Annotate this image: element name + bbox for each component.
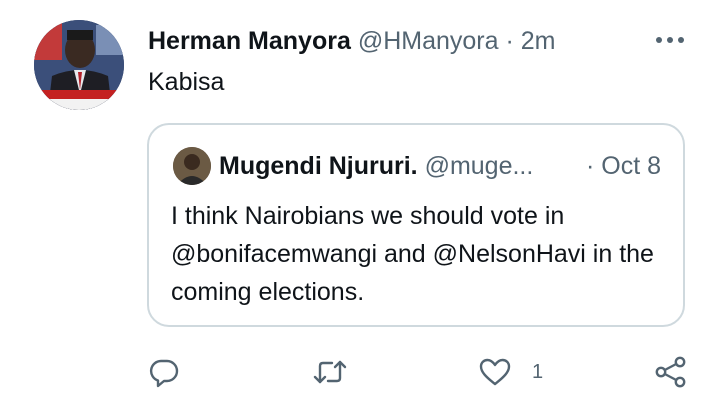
author-avatar[interactable] xyxy=(34,20,124,110)
more-options-icon[interactable] xyxy=(652,26,688,54)
tweet-header: Herman Manyora @HManyora · 2m xyxy=(148,25,555,57)
reply-button[interactable] xyxy=(148,352,180,392)
tweet-timestamp[interactable]: · 2m xyxy=(505,27,555,55)
author-handle[interactable]: @HManyora xyxy=(358,27,499,55)
quoted-author-handle: @muge... xyxy=(424,152,534,180)
heart-icon xyxy=(479,358,511,386)
share-icon xyxy=(655,356,686,388)
share-button[interactable] xyxy=(654,352,688,392)
tweet-text: Kabisa xyxy=(148,68,225,96)
retweet-icon xyxy=(313,360,347,384)
like-count: 1 xyxy=(532,360,544,383)
quoted-tweet[interactable]: Mugendi Njururi. @muge... · Oct 8 I thin… xyxy=(147,123,685,327)
quoted-timestamp: · Oct 8 xyxy=(579,149,661,183)
action-bar: 1 xyxy=(0,352,720,392)
retweet-button[interactable] xyxy=(312,352,348,392)
reply-icon xyxy=(149,359,179,388)
quoted-text: I think Nairobians we should vote in @bo… xyxy=(171,202,654,306)
like-button[interactable]: 1 xyxy=(478,352,543,392)
quoted-author-avatar[interactable] xyxy=(173,147,211,185)
quoted-author-name: Mugendi Njururi. xyxy=(219,152,418,180)
author-name[interactable]: Herman Manyora xyxy=(148,27,351,55)
